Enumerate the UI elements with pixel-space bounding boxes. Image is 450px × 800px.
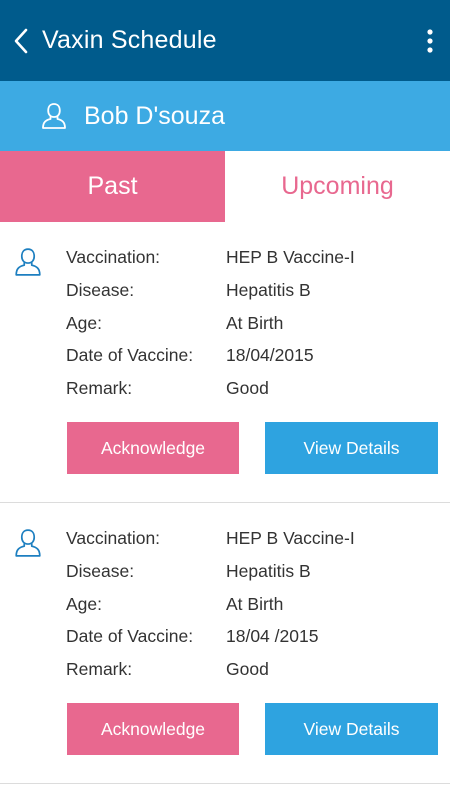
remark-row: Remark: Good xyxy=(66,658,269,680)
vaccination-label: Vaccination: xyxy=(66,527,161,548)
vaccine-card: Vaccination: HEP B Vaccine-I Disease: He… xyxy=(0,503,450,784)
vaccination-label: Vaccination: xyxy=(66,246,161,267)
age-label: Age: xyxy=(66,593,102,614)
tab-bar: Past Upcoming xyxy=(0,151,450,222)
age-row: Age: At Birth xyxy=(66,312,283,334)
vaccination-value: HEP B Vaccine-I xyxy=(226,527,355,548)
disease-label: Disease: xyxy=(66,279,135,300)
back-button[interactable] xyxy=(0,0,42,81)
user-icon xyxy=(15,529,41,557)
user-icon xyxy=(15,248,41,276)
age-label: Age: xyxy=(66,312,102,333)
date-row: Date of Vaccine: 18/04 /2015 xyxy=(66,625,318,647)
remark-value: Good xyxy=(226,658,269,679)
date-label: Date of Vaccine: xyxy=(66,344,194,365)
user-header: Bob D'souza xyxy=(0,81,450,151)
page-title: Vaxin Schedule xyxy=(42,26,217,54)
user-icon xyxy=(40,101,68,131)
disease-value: Hepatitis B xyxy=(226,279,311,300)
age-row: Age: At Birth xyxy=(66,593,283,615)
age-value: At Birth xyxy=(226,593,284,614)
view-details-button[interactable]: View Details xyxy=(265,703,438,755)
date-value: 18/04/2015 xyxy=(226,344,314,365)
chevron-left-icon xyxy=(14,28,28,53)
disease-value: Hepatitis B xyxy=(226,560,311,581)
acknowledge-button[interactable]: Acknowledge xyxy=(67,703,239,755)
more-vertical-icon xyxy=(427,29,433,53)
vaccination-row: Vaccination: HEP B Vaccine-I xyxy=(66,527,355,549)
remark-row: Remark: Good xyxy=(66,377,269,399)
date-label: Date of Vaccine: xyxy=(66,625,194,646)
app-bar: Vaxin Schedule xyxy=(0,0,450,81)
tab-past[interactable]: Past xyxy=(0,151,225,222)
date-row: Date of Vaccine: 18/04/2015 xyxy=(66,344,314,366)
acknowledge-button[interactable]: Acknowledge xyxy=(67,422,239,474)
remark-value: Good xyxy=(226,377,269,398)
remark-label: Remark: xyxy=(66,658,133,679)
age-value: At Birth xyxy=(226,312,284,333)
disease-row: Disease: Hepatitis B xyxy=(66,560,311,582)
tab-upcoming[interactable]: Upcoming xyxy=(225,151,450,222)
date-value: 18/04 /2015 xyxy=(226,625,319,646)
vaccination-value: HEP B Vaccine-I xyxy=(226,246,355,267)
overflow-menu-button[interactable] xyxy=(418,24,442,58)
disease-label: Disease: xyxy=(66,560,135,581)
vaccine-card: Vaccination: HEP B Vaccine-I Disease: He… xyxy=(0,222,450,503)
user-name: Bob D'souza xyxy=(84,101,225,130)
vaccination-row: Vaccination: HEP B Vaccine-I xyxy=(66,246,355,268)
remark-label: Remark: xyxy=(66,377,133,398)
view-details-button[interactable]: View Details xyxy=(265,422,438,474)
disease-row: Disease: Hepatitis B xyxy=(66,279,311,301)
